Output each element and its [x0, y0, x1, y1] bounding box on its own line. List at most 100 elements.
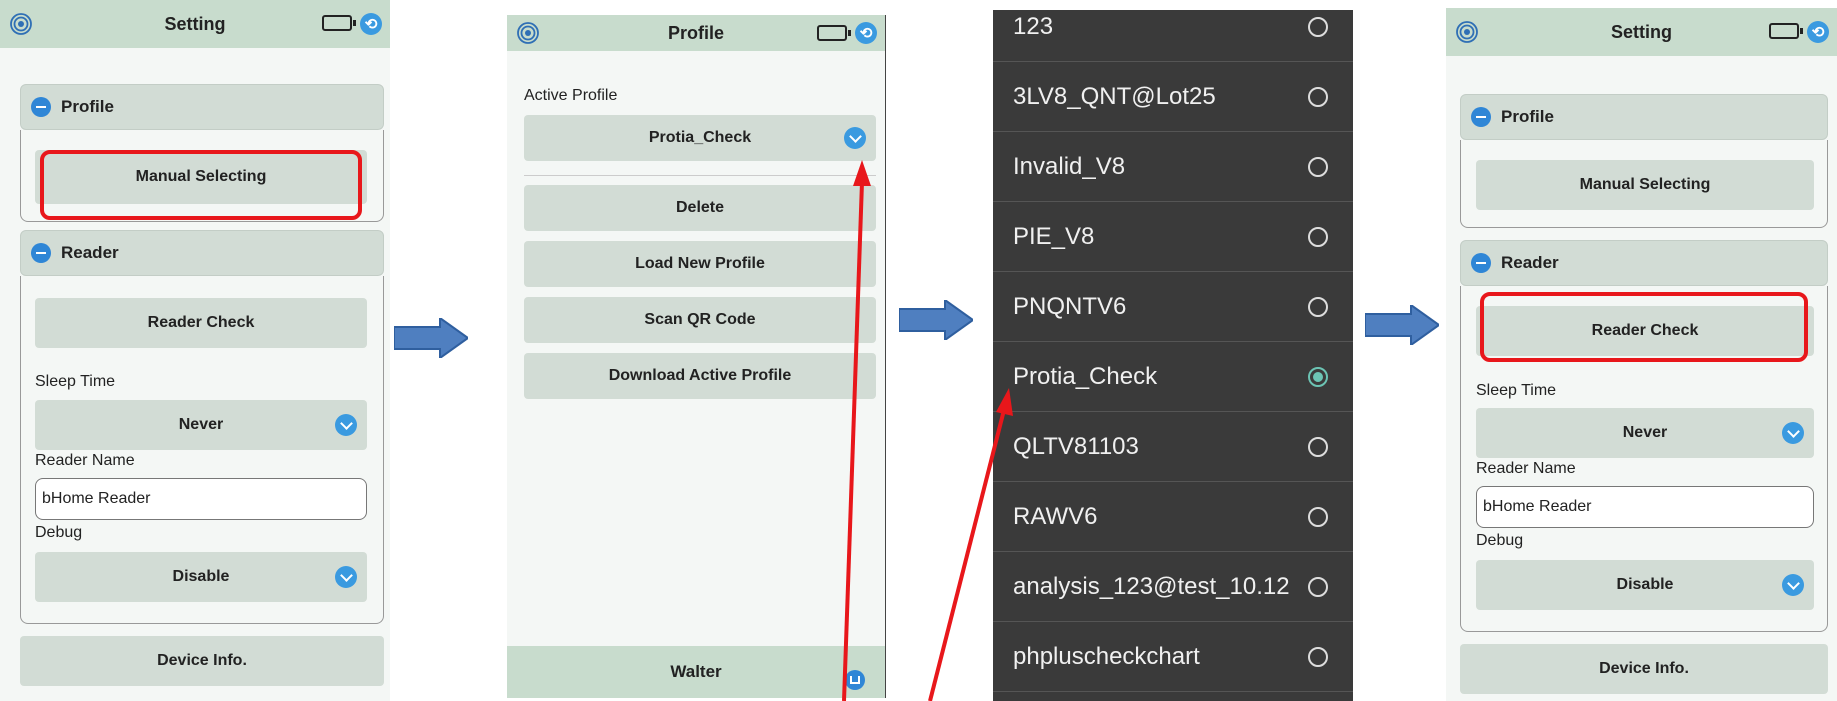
radio-icon[interactable] [1308, 86, 1328, 107]
scan-qr-code-button[interactable]: Scan QR Code [524, 297, 876, 343]
section-label: Profile [1501, 107, 1554, 126]
back-icon[interactable]: ⟲ [1807, 21, 1829, 43]
debug-label: Debug [1476, 532, 1524, 549]
reader-section-header[interactable]: Reader [20, 230, 384, 276]
section-label: Reader [1501, 253, 1559, 272]
button-label: Device Info. [157, 652, 247, 669]
list-item[interactable]: RAWV6 [993, 482, 1353, 552]
delete-button[interactable]: Delete [524, 185, 876, 231]
reader-name-label: Reader Name [1476, 460, 1576, 477]
option-label: RAWV6 [1013, 502, 1098, 530]
radio-icon[interactable] [1308, 226, 1328, 247]
debug-label: Debug [35, 524, 83, 541]
button-label: Scan QR Code [644, 311, 756, 328]
profile-screen: Profile ⟲ Active Profile Protia_Check De… [507, 15, 886, 698]
highlight-box [40, 150, 362, 220]
button-label: Device Info. [1599, 660, 1689, 677]
chevron-down-icon [844, 127, 866, 149]
chevron-down-icon [1782, 422, 1804, 444]
option-label: PNQNTV6 [1013, 292, 1127, 320]
button-label: Delete [675, 199, 725, 216]
option-label: PIE_V8 [1013, 222, 1095, 250]
debug-select[interactable]: Disable [35, 552, 367, 602]
page-title: Setting [1611, 21, 1672, 42]
reader-name-label: Reader Name [35, 452, 135, 469]
select-value: Protia_Check [648, 129, 752, 146]
radio-icon[interactable] [1308, 506, 1328, 527]
list-item[interactable]: PNQNTV6 [993, 272, 1353, 342]
footer: Walter [507, 646, 885, 698]
header: Setting ⟲ [0, 0, 390, 48]
button-label: Manual Selecting [1579, 176, 1711, 193]
debug-select[interactable]: Disable [1476, 560, 1814, 610]
arrow-right-icon [394, 318, 468, 358]
reader-name-field[interactable]: bHome Reader [35, 478, 367, 520]
reader-check-button[interactable]: Reader Check [35, 298, 367, 348]
sleep-time-select[interactable]: Never [35, 400, 367, 450]
load-new-profile-button[interactable]: Load New Profile [524, 241, 876, 287]
radio-icon[interactable] [1308, 646, 1328, 667]
sleep-time-label: Sleep Time [1476, 382, 1557, 399]
option-label: 123 [1013, 12, 1054, 40]
reader-section-header[interactable]: Reader [1460, 240, 1828, 286]
active-profile-select[interactable]: Protia_Check [524, 115, 876, 161]
list-item[interactable]: Invalid_V8 [993, 132, 1353, 202]
wifi-icon [10, 13, 32, 35]
select-value: Never [178, 416, 224, 433]
chevron-down-icon [1782, 574, 1804, 596]
radio-icon[interactable] [1308, 16, 1328, 37]
collapse-icon[interactable] [1471, 107, 1491, 127]
arrow-right-icon [899, 300, 973, 340]
reader-name-field[interactable]: bHome Reader [1476, 486, 1814, 528]
radio-icon[interactable] [1308, 576, 1328, 597]
back-icon[interactable]: ⟲ [360, 13, 382, 35]
page-title: Profile [667, 22, 724, 43]
collapse-icon[interactable] [31, 97, 51, 117]
radio-icon[interactable] [1308, 296, 1328, 317]
chevron-down-icon [335, 566, 357, 588]
battery-icon [1769, 23, 1803, 39]
profile-section-header[interactable]: Profile [1460, 94, 1828, 140]
section-label: Profile [61, 97, 114, 116]
arrow-right-icon [1365, 305, 1439, 345]
button-label: Download Active Profile [608, 367, 792, 384]
device-info-button[interactable]: Device Info. [20, 636, 384, 686]
back-icon[interactable]: ⟲ [855, 22, 877, 44]
collapse-icon[interactable] [1471, 253, 1491, 273]
footer-user: Walter [670, 662, 722, 681]
field-value: bHome Reader [42, 490, 151, 507]
option-label: 3LV8_QNT@Lot25 [1013, 82, 1216, 110]
radio-icon[interactable] [1308, 366, 1328, 387]
manual-selecting-button[interactable]: Manual Selecting [1476, 160, 1814, 210]
list-item[interactable]: PIE_V8 [993, 202, 1353, 272]
list-item-selected[interactable]: Protia_Check [993, 342, 1353, 412]
chevron-down-icon [335, 414, 357, 436]
radio-icon[interactable] [1308, 436, 1328, 457]
divider [524, 175, 876, 176]
collapse-icon[interactable] [31, 243, 51, 263]
wifi-icon [1456, 21, 1478, 43]
option-label: Invalid_V8 [1013, 152, 1126, 180]
section-label: Reader [61, 243, 119, 262]
device-info-button[interactable]: Device Info. [1460, 644, 1828, 694]
list-item[interactable]: analysis_123@test_10.12 [993, 552, 1353, 622]
download-active-profile-button[interactable]: Download Active Profile [524, 353, 876, 399]
profile-section-header[interactable]: Profile [20, 84, 384, 130]
option-label: Protia_Check [1013, 362, 1158, 390]
radio-icon[interactable] [1308, 156, 1328, 177]
list-item[interactable]: phpluscheckchart [993, 622, 1353, 692]
field-value: bHome Reader [1483, 498, 1592, 515]
select-value: Disable [1616, 576, 1674, 593]
select-value: Disable [172, 568, 230, 585]
page-title: Setting [164, 13, 226, 34]
list-item[interactable]: 123 [993, 10, 1353, 62]
list-item[interactable]: QLTV81103 [993, 412, 1353, 482]
profile-dropdown-list: 123 3LV8_QNT@Lot25 Invalid_V8 PIE_V8 PNQ… [993, 10, 1353, 701]
list-item[interactable]: 3LV8_QNT@Lot25 [993, 62, 1353, 132]
battery-icon [322, 15, 356, 31]
sleep-time-select[interactable]: Never [1476, 408, 1814, 458]
button-label: Load New Profile [635, 255, 765, 272]
home-icon[interactable] [845, 670, 865, 690]
wifi-icon [517, 22, 539, 44]
header: Profile ⟲ [507, 15, 885, 51]
